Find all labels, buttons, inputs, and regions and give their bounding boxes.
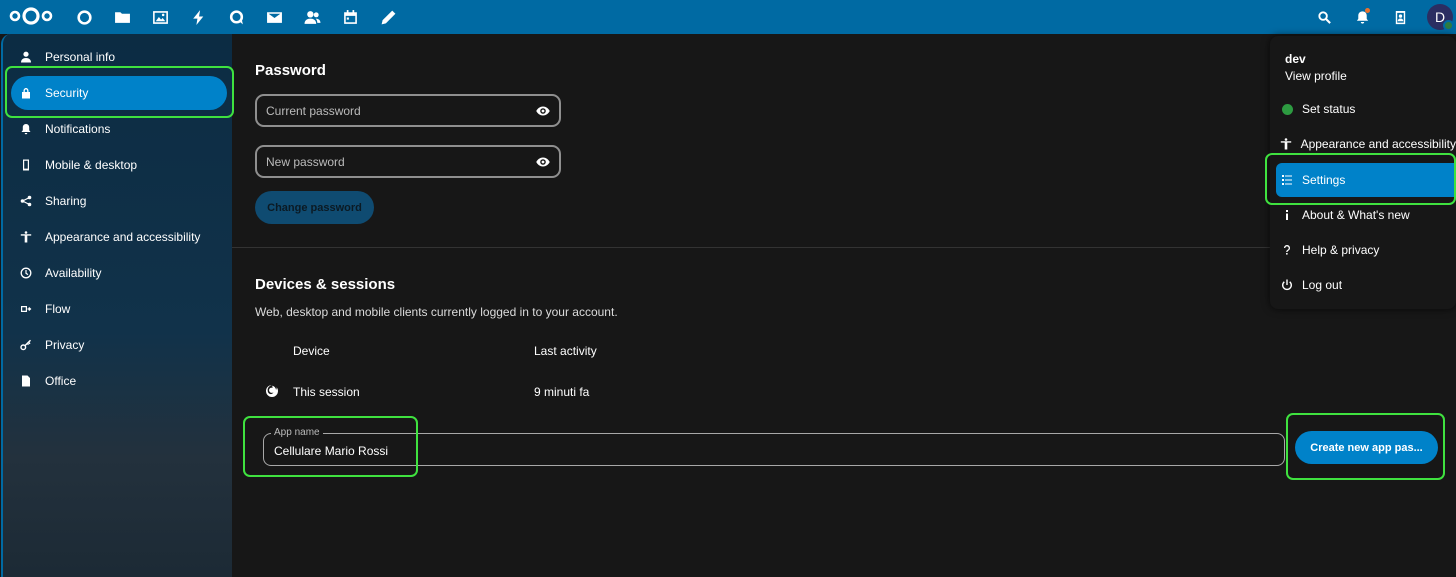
mail-icon[interactable]: [262, 5, 286, 29]
sidebar-item-label: Appearance and accessibility: [45, 230, 201, 244]
dashboard-icon[interactable]: [72, 5, 96, 29]
sidebar-item-label: Sharing: [45, 194, 87, 208]
contacts-icon[interactable]: [300, 5, 324, 29]
contacts-menu-icon[interactable]: [1388, 5, 1412, 29]
online-status-dot-icon: [1276, 103, 1298, 115]
menu-item-label: About & What's new: [1302, 208, 1410, 222]
clock-icon: [11, 267, 41, 279]
calendar-icon[interactable]: [338, 5, 362, 29]
info-icon: [1276, 209, 1298, 221]
notification-badge: [1365, 8, 1370, 13]
files-icon[interactable]: [110, 5, 134, 29]
highlight-settings-item: [1265, 153, 1456, 205]
sidebar-item-label: Availability: [45, 266, 102, 280]
help-icon: [1276, 244, 1298, 256]
document-icon: [11, 375, 41, 387]
password-section-title: Password: [255, 62, 326, 79]
talk-icon[interactable]: [224, 5, 248, 29]
session-device: This session: [293, 385, 360, 399]
highlight-create-button: [1286, 413, 1445, 480]
highlight-security-item: [5, 66, 234, 118]
sidebar-item-privacy[interactable]: Privacy: [11, 328, 227, 362]
new-password-input[interactable]: [266, 154, 526, 170]
sidebar-item-label: Mobile & desktop: [45, 158, 138, 172]
sidebar-item-label: Flow: [45, 302, 71, 316]
sidebar-item-label: Privacy: [45, 338, 85, 352]
power-icon: [1276, 279, 1298, 291]
share-icon: [11, 195, 41, 207]
menu-item-label: Help & privacy: [1302, 243, 1380, 257]
sidebar-item-sharing[interactable]: Sharing: [11, 184, 227, 218]
show-password-eye-icon[interactable]: [536, 105, 550, 117]
menu-item-help[interactable]: Help & privacy: [1276, 233, 1456, 267]
notifications-bell-icon[interactable]: [1350, 5, 1374, 29]
sidebar-item-availability[interactable]: Availability: [11, 256, 227, 290]
sidebar-item-flow[interactable]: Flow: [11, 292, 227, 326]
nextcloud-logo-icon[interactable]: [6, 3, 56, 29]
phone-icon: [11, 159, 41, 171]
avatar-status-indicator: [1443, 20, 1454, 31]
person-icon: [11, 51, 41, 63]
view-profile-link[interactable]: View profile: [1285, 69, 1347, 83]
devices-section-title: Devices & sessions: [255, 276, 396, 293]
flow-icon: [11, 303, 41, 315]
menu-username: dev: [1285, 52, 1306, 66]
new-password-field[interactable]: [255, 145, 561, 178]
session-last-activity: 9 minuti fa: [534, 385, 590, 399]
top-header: D: [0, 0, 1456, 34]
sidebar-item-appearance[interactable]: Appearance and accessibility: [11, 220, 227, 254]
menu-item-label: Appearance and accessibility: [1300, 137, 1456, 151]
search-icon[interactable]: [1312, 5, 1336, 29]
sidebar-item-label: Personal info: [45, 50, 116, 64]
show-password-eye-icon[interactable]: [536, 156, 550, 168]
column-header-last-activity: Last activity: [534, 344, 597, 358]
sidebar-item-label: Notifications: [45, 122, 111, 136]
photos-icon[interactable]: [148, 5, 172, 29]
menu-item-set-status[interactable]: Set status: [1276, 92, 1456, 126]
notes-icon[interactable]: [376, 5, 400, 29]
activity-icon[interactable]: [186, 5, 210, 29]
menu-item-label: Set status: [1302, 102, 1356, 116]
sidebar-item-office[interactable]: Office: [11, 364, 227, 398]
sidebar-item-label: Office: [45, 374, 77, 388]
firefox-browser-icon: [265, 384, 279, 398]
bell-icon: [11, 123, 41, 135]
accessibility-icon: [11, 231, 41, 243]
menu-item-label: Log out: [1302, 278, 1343, 292]
highlight-app-name-field: [243, 416, 418, 477]
current-password-input[interactable]: [266, 103, 526, 119]
current-password-field[interactable]: [255, 94, 561, 127]
user-avatar[interactable]: D: [1427, 4, 1454, 31]
sidebar-item-mobile-desktop[interactable]: Mobile & desktop: [11, 148, 227, 182]
menu-item-logout[interactable]: Log out: [1276, 268, 1456, 302]
column-header-device: Device: [293, 344, 330, 358]
accessibility-icon: [1276, 138, 1297, 150]
change-password-button[interactable]: Change password: [255, 191, 374, 224]
devices-description: Web, desktop and mobile clients currentl…: [255, 305, 618, 319]
key-icon: [11, 339, 41, 351]
